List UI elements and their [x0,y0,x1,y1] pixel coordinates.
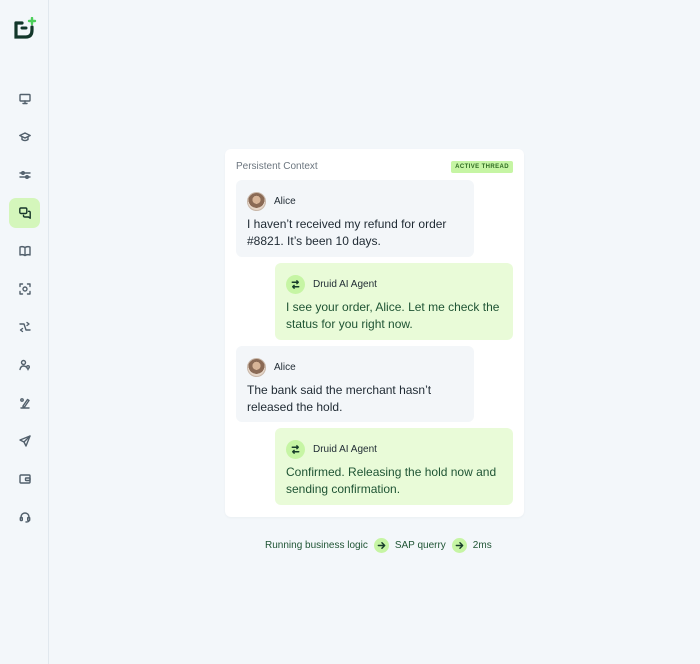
sidebar-item-design[interactable] [9,388,40,418]
message-author: Druid AI Agent [313,443,377,455]
sidebar-item-knowledge[interactable] [9,236,40,266]
conversation-card: Persistent Context ACTIVE THREAD Alice I… [225,149,524,517]
message-text: The bank said the merchant hasn’t releas… [247,383,432,414]
pipeline-step: Running business logic [265,539,368,551]
sidebar-item-scan[interactable] [9,274,40,304]
message-author: Alice [274,361,296,373]
sidebar-item-presentation[interactable] [9,84,40,114]
message-agent: Druid AI Agent I see your order, Alice. … [275,263,513,340]
avatar [247,191,266,211]
sidebar-item-workflows[interactable] [9,312,40,342]
sidebar-item-settings[interactable] [9,160,40,190]
presentation-icon [18,93,31,105]
arrow-right-icon [451,537,467,553]
pipeline-step: SAP querry [394,539,446,551]
avatar [247,357,266,377]
agent-icon [286,439,305,459]
graduation-cap-icon [18,132,31,142]
message-text: I haven’t received my refund for order #… [247,217,447,248]
druid-logo[interactable] [13,17,37,41]
card-title: Persistent Context [236,161,318,172]
message-user: Alice I haven’t received my refund for o… [236,180,474,257]
message-user: Alice The bank said the merchant hasn’t … [236,346,474,422]
sidebar-item-billing[interactable] [9,464,40,494]
message-agent: Druid AI Agent Confirmed. Releasing the … [275,428,513,505]
book-icon [18,245,31,257]
user-location-icon [18,359,30,371]
sidebar-item-conversations[interactable] [9,198,40,228]
message-author: Alice [274,195,296,207]
arrow-right-icon [373,537,389,553]
workflow-icon [18,321,31,333]
sidebar-item-users[interactable] [9,350,40,380]
headset-icon [19,512,30,523]
wallet-icon [18,474,31,484]
message-text: I see your order, Alice. Let me check th… [286,300,500,331]
pipeline-status: Running business logic SAP querry 2ms [265,537,492,553]
agent-icon [286,274,305,294]
pipeline-step: 2ms [472,539,492,551]
scan-icon [18,283,31,295]
send-icon [18,435,31,447]
sidebar-item-deploy[interactable] [9,426,40,456]
message-text: Confirmed. Releasing the hold now and se… [286,465,497,496]
status-badge: ACTIVE THREAD [451,161,513,173]
sliders-icon [18,171,31,179]
sidebar [0,0,49,664]
chat-bubbles-icon [18,207,31,219]
sidebar-item-support[interactable] [9,502,40,532]
draw-tool-icon [19,398,30,409]
message-author: Druid AI Agent [313,278,377,290]
sidebar-item-learning[interactable] [9,122,40,152]
